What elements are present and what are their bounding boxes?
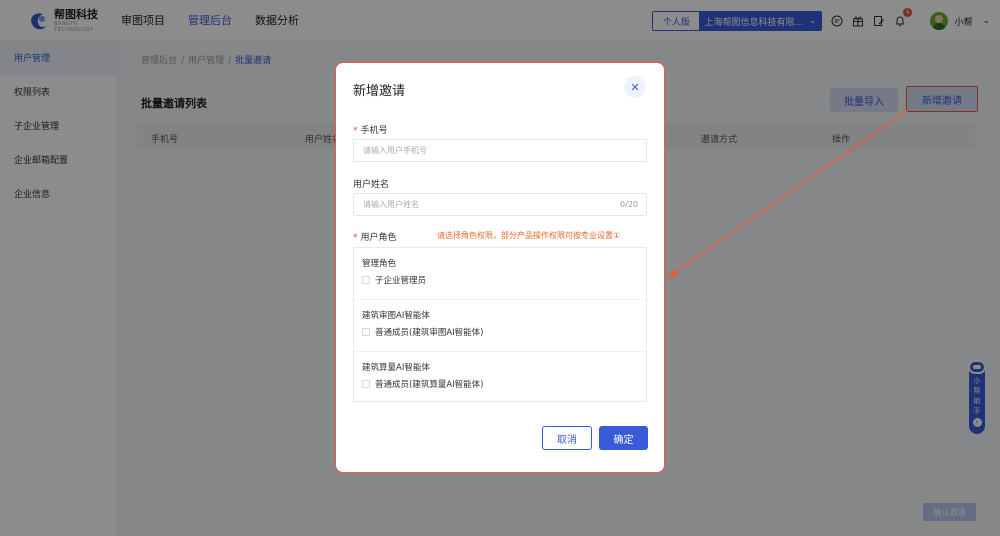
name-placeholder: 请输入用户姓名 [363,200,419,209]
new-invite-dialog: 新增邀请 ✕ * 手机号 请输入用户手机号 用户姓名 请输入用户姓名 0/20 *… [335,62,665,473]
checkbox[interactable] [362,328,370,336]
role-group-admin: 管理角色 子企业管理员 [354,248,646,300]
role-option-review-member[interactable]: 普通成员(建筑审图AI智能体) [362,326,483,338]
role-group-review-ai: 建筑审图AI智能体 普通成员(建筑审图AI智能体) [354,300,646,352]
role-option-quantity-member[interactable]: 普通成员(建筑算量AI智能体) [362,378,483,390]
name-label: 用户姓名 [353,180,390,190]
checkbox[interactable] [362,276,370,284]
dialog-title: 新增邀请 [353,84,406,99]
role-group-title: 建筑审图AI智能体 [362,311,430,321]
checkbox[interactable] [362,380,370,388]
name-input[interactable]: 请输入用户姓名 0/20 [353,193,647,216]
role-group-title: 管理角色 [362,259,397,269]
role-group-quantity-ai: 建筑算量AI智能体 普通成员(建筑算量AI智能体) [354,352,646,404]
char-counter: 0/20 [620,200,638,209]
role-selection-box: 管理角色 子企业管理员 建筑审图AI智能体 普通成员(建筑审图AI智能体) 建筑… [353,247,647,402]
cancel-button[interactable]: 取消 [542,426,592,450]
role-hint: 请选择角色权限，部分产品操作权限可按专业设置① [437,231,621,240]
phone-input[interactable]: 请输入用户手机号 [353,139,647,162]
role-label: * 用户角色 [353,233,397,243]
role-group-title: 建筑算量AI智能体 [362,363,430,373]
ok-button[interactable]: 确定 [599,426,648,450]
role-option-sub-admin[interactable]: 子企业管理员 [362,274,426,286]
phone-label: * 手机号 [353,126,388,136]
phone-placeholder: 请输入用户手机号 [363,146,427,155]
close-icon[interactable]: ✕ [624,76,646,98]
